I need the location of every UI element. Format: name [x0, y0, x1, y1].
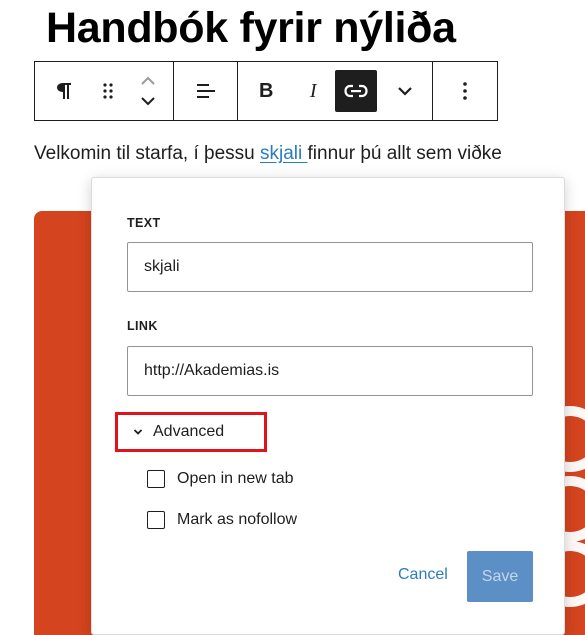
- more-vertical-icon: [462, 81, 468, 101]
- italic-button[interactable]: I: [294, 62, 332, 120]
- nofollow-row[interactable]: Mark as nofollow: [147, 511, 297, 529]
- advanced-label: Advanced: [153, 423, 225, 440]
- link-icon: [344, 83, 368, 99]
- save-button[interactable]: Save: [467, 551, 533, 602]
- link-popover: TEXT LINK Advanced Open in new tab Mark …: [91, 177, 565, 635]
- move-up-down-icon[interactable]: [140, 74, 156, 108]
- link-button[interactable]: [335, 70, 378, 112]
- open-new-tab-label[interactable]: Open in new tab: [177, 470, 294, 488]
- link-button-wrap: [332, 62, 380, 120]
- drag-handle-icon: [102, 81, 114, 101]
- paragraph-text-start: Velkomin til starfa, í þessu: [34, 143, 260, 164]
- link-field-label: LINK: [127, 319, 158, 333]
- toolbar-group-format: B I: [238, 62, 433, 120]
- align-button[interactable]: [174, 62, 237, 120]
- paragraph-text-end: finnur þú allt sem viðke: [307, 143, 502, 164]
- toolbar-group-options: [433, 62, 497, 120]
- block-options-button[interactable]: [433, 62, 497, 120]
- cancel-button[interactable]: Cancel: [398, 566, 448, 584]
- nofollow-checkbox[interactable]: [147, 511, 165, 529]
- chevron-down-icon: [397, 85, 413, 97]
- open-new-tab-row[interactable]: Open in new tab: [147, 470, 294, 488]
- toolbar-group-align: [174, 62, 239, 120]
- align-left-icon: [195, 82, 217, 100]
- paragraph-link[interactable]: skjali: [260, 143, 308, 164]
- toolbar-group-block: [35, 62, 175, 120]
- text-field-label: TEXT: [127, 216, 161, 230]
- drag-handle-button[interactable]: [93, 62, 123, 120]
- paragraph-block[interactable]: Velkomin til starfa, í þessu skjali finn…: [34, 140, 502, 168]
- link-url-input[interactable]: [127, 346, 533, 396]
- pilcrow-icon: [56, 81, 72, 101]
- move-up-down-buttons[interactable]: [123, 62, 173, 120]
- advanced-toggle[interactable]: Advanced: [115, 412, 267, 452]
- more-formats-button[interactable]: [380, 62, 430, 120]
- nofollow-label[interactable]: Mark as nofollow: [177, 511, 297, 529]
- chevron-down-icon: [133, 428, 143, 436]
- link-text-input[interactable]: [127, 242, 533, 292]
- paragraph-block-button[interactable]: [35, 62, 93, 120]
- open-new-tab-checkbox[interactable]: [147, 470, 165, 488]
- page-heading[interactable]: Handbók fyrir nýliða: [46, 2, 456, 54]
- block-toolbar: B I: [34, 61, 498, 121]
- bold-button[interactable]: B: [238, 62, 294, 120]
